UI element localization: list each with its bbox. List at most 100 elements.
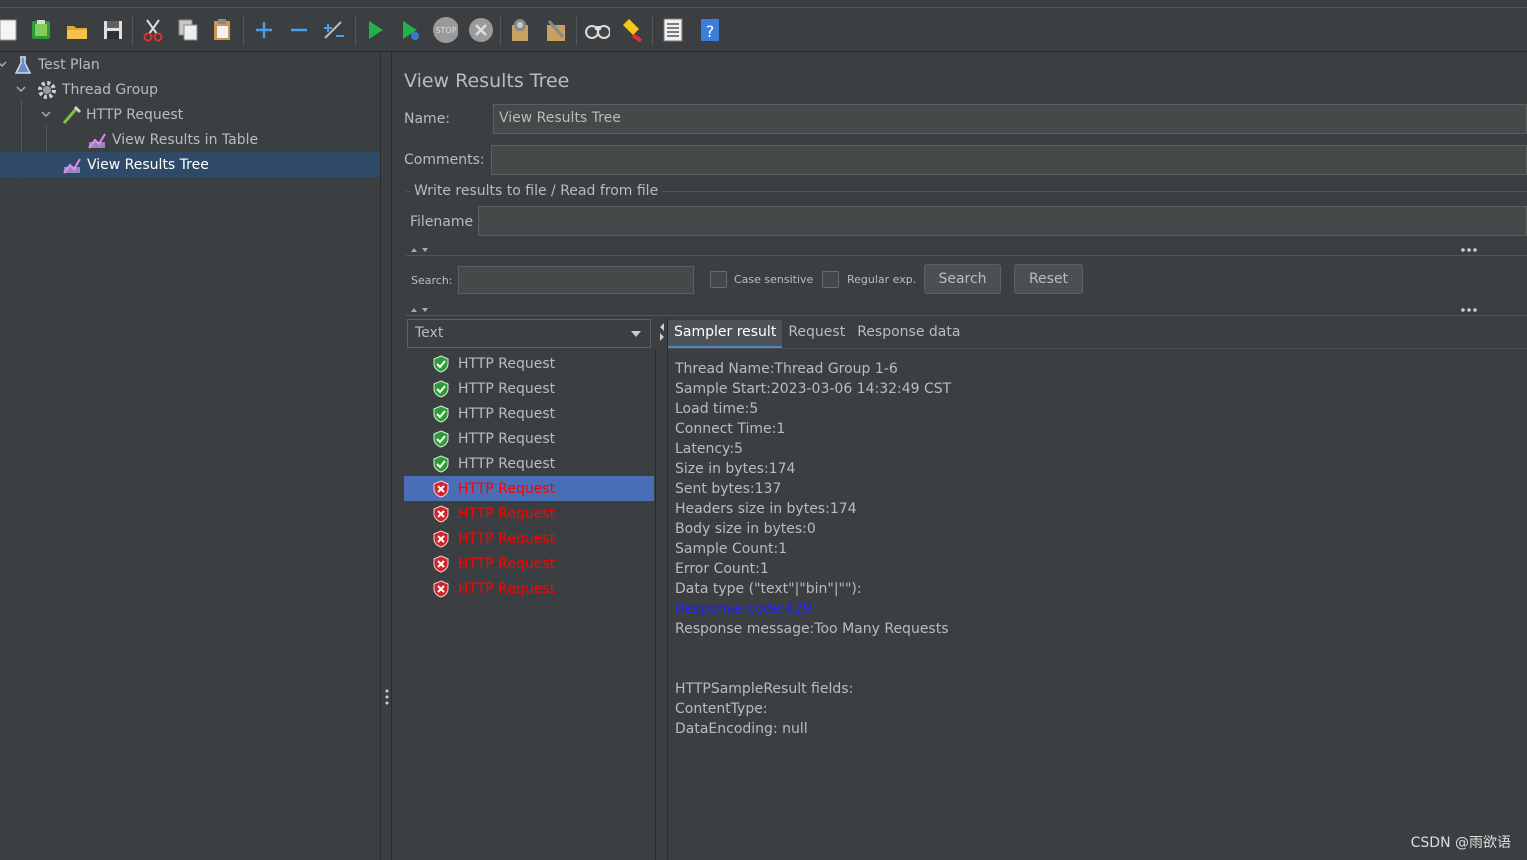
tree-item-view-results-tree[interactable]: View Results Tree xyxy=(0,152,380,177)
chevron-down-icon[interactable] xyxy=(0,58,8,70)
result-item[interactable]: HTTP Request xyxy=(404,526,654,551)
result-item[interactable]: HTTP Request xyxy=(404,576,654,601)
name-field[interactable]: View Results Tree xyxy=(493,104,1527,134)
result-item[interactable]: HTTP Request xyxy=(404,351,654,376)
case-sensitive-checkbox[interactable] xyxy=(710,271,727,288)
menu-bar-remnant xyxy=(0,0,1527,8)
success-shield-icon xyxy=(432,429,450,448)
templates-icon[interactable] xyxy=(28,16,54,44)
result-item[interactable]: HTTP Request xyxy=(404,476,654,501)
filename-field[interactable] xyxy=(478,206,1527,236)
search-input[interactable] xyxy=(458,266,694,294)
result-item-label: HTTP Request xyxy=(458,430,556,447)
tab-sampler-result[interactable]: Sampler result xyxy=(668,320,783,348)
detail-line: HTTPSampleResult fields: xyxy=(675,681,854,697)
expand-icon[interactable] xyxy=(251,16,277,44)
paste-icon[interactable] xyxy=(210,16,236,44)
tree-item-thread-group[interactable]: Thread Group xyxy=(36,77,158,102)
copy-icon[interactable] xyxy=(175,16,201,44)
watermark: CSDN @雨欲语 xyxy=(1410,835,1511,851)
divider-line xyxy=(406,255,1527,256)
clear-icon[interactable] xyxy=(507,16,533,44)
shutdown-icon[interactable] xyxy=(467,16,493,44)
gear-icon xyxy=(36,79,58,101)
detail-line: Size in bytes:174 xyxy=(675,461,796,477)
error-shield-icon xyxy=(432,554,450,573)
page-title: View Results Tree xyxy=(404,70,570,92)
start-icon[interactable] xyxy=(362,16,388,44)
collapse-icon[interactable] xyxy=(286,16,312,44)
start-no-pause-icon[interactable] xyxy=(397,16,423,44)
chevron-down-icon[interactable] xyxy=(40,108,52,120)
tree-item-http-request[interactable]: HTTP Request xyxy=(60,102,183,127)
detail-line: Data type ("text"|"bin"|""): xyxy=(675,581,862,597)
help-icon[interactable]: ? xyxy=(697,16,723,44)
tree-item-view-results-in-table[interactable]: View Results in Table xyxy=(86,127,258,152)
result-item-label: HTTP Request xyxy=(458,455,556,472)
search-button[interactable]: Search xyxy=(924,264,1001,294)
result-item-label: HTTP Request xyxy=(458,380,556,397)
reset-button[interactable]: Reset xyxy=(1014,264,1083,294)
success-shield-icon xyxy=(432,379,450,398)
detail-line: Sample Start:2023-03-06 14:32:49 CST xyxy=(675,381,952,397)
result-item[interactable]: HTTP Request xyxy=(404,426,654,451)
detail-line xyxy=(675,659,1515,679)
collapse-arrows-icon[interactable] xyxy=(658,321,666,343)
test-plan-tree: Test Plan Thread Group HTTP Request View… xyxy=(0,52,380,860)
more-dots-icon[interactable] xyxy=(1460,307,1478,313)
pipette-icon xyxy=(60,104,82,126)
comments-field[interactable] xyxy=(491,145,1527,175)
flask-icon xyxy=(12,54,34,76)
result-item[interactable]: HTTP Request xyxy=(404,501,654,526)
tab-underline xyxy=(668,348,1527,349)
divider-arrows-icon[interactable] xyxy=(410,306,436,314)
svg-text:?: ? xyxy=(706,22,715,41)
cut-icon[interactable] xyxy=(140,16,166,44)
detail-line: Latency:5 xyxy=(675,441,743,457)
detail-line xyxy=(675,639,1515,659)
comments-label: Comments: xyxy=(404,152,485,168)
chart-icon xyxy=(61,154,83,176)
more-dots-icon[interactable] xyxy=(1460,247,1478,253)
tab-request[interactable]: Request xyxy=(782,320,851,348)
save-icon[interactable] xyxy=(100,16,126,44)
toggle-icon[interactable] xyxy=(321,16,347,44)
result-item[interactable]: HTTP Request xyxy=(404,451,654,476)
result-item[interactable]: HTTP Request xyxy=(404,376,654,401)
jmeter-window: STOP ? Test Plan Thread Group HTTP Reque… xyxy=(0,0,1527,860)
divider-arrows-icon[interactable] xyxy=(410,246,436,254)
splitter-handle[interactable] xyxy=(380,52,392,860)
error-shield-icon xyxy=(432,479,450,498)
result-item-label: HTTP Request xyxy=(458,530,556,547)
result-tabs: Sampler result Request Response data xyxy=(668,320,966,348)
grip-dots-icon xyxy=(385,689,389,705)
error-shield-icon xyxy=(432,529,450,548)
error-shield-icon xyxy=(432,579,450,598)
clear-all-icon[interactable] xyxy=(543,16,569,44)
error-shield-icon xyxy=(432,504,450,523)
result-item[interactable]: HTTP Request xyxy=(404,401,654,426)
reset-search-icon[interactable] xyxy=(619,16,645,44)
new-icon[interactable] xyxy=(0,16,22,44)
stop-icon[interactable]: STOP xyxy=(432,16,458,44)
detail-line: Headers size in bytes:174 xyxy=(675,501,857,517)
result-item[interactable]: HTTP Request xyxy=(404,551,654,576)
detail-line: Sample Count:1 xyxy=(675,541,788,557)
splitter-handle[interactable] xyxy=(656,319,668,860)
chevron-down-icon[interactable] xyxy=(15,83,27,95)
open-icon[interactable] xyxy=(64,16,90,44)
toolbar-separator xyxy=(576,15,577,45)
tree-guide-line xyxy=(46,125,47,153)
results-tree-panel: View Results Tree Name: View Results Tre… xyxy=(392,52,1527,860)
renderer-select[interactable]: Text xyxy=(407,319,651,348)
name-label: Name: xyxy=(404,111,451,127)
function-helper-icon[interactable] xyxy=(660,16,686,44)
search-icon[interactable] xyxy=(584,16,610,44)
regular-exp-checkbox[interactable] xyxy=(822,271,839,288)
detail-line: Connect Time:1 xyxy=(675,421,786,437)
filename-label: Filename xyxy=(410,214,474,230)
tab-response-data[interactable]: Response data xyxy=(851,320,966,348)
detail-line: Error Count:1 xyxy=(675,561,769,577)
tree-item-test-plan[interactable]: Test Plan xyxy=(12,52,100,77)
file-section-label: Write results to file / Read from file xyxy=(410,183,663,199)
